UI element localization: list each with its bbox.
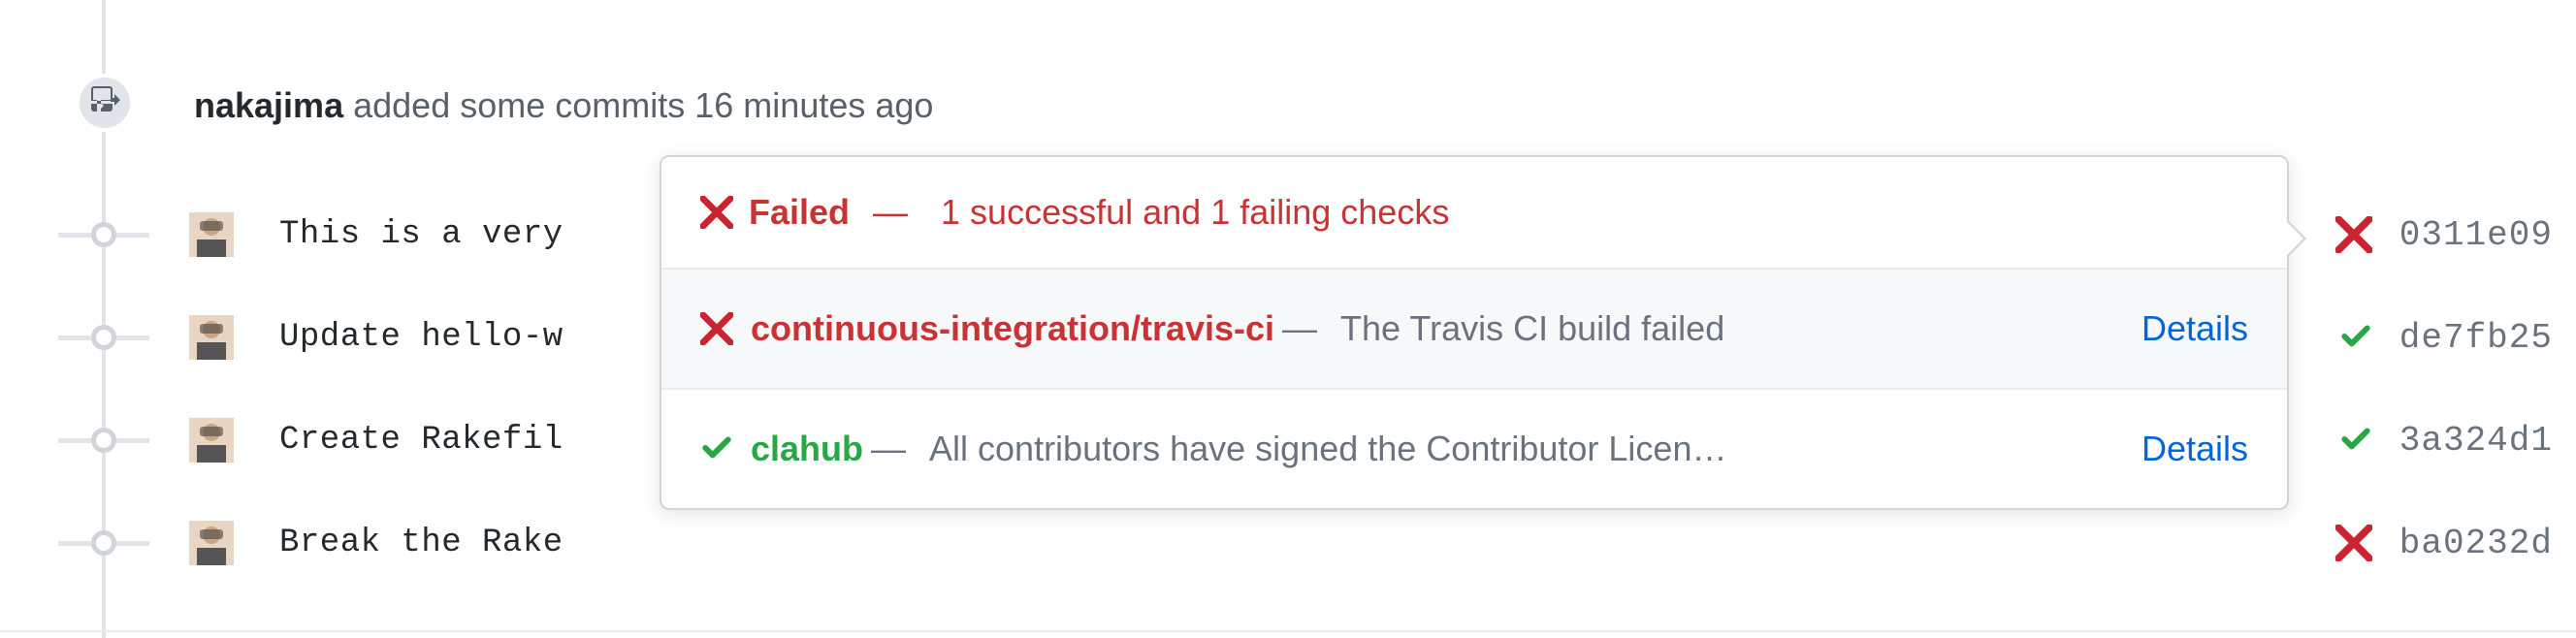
check-icon: [700, 432, 733, 465]
details-link[interactable]: Details: [2141, 429, 2248, 469]
header-action: added some commits: [353, 85, 685, 125]
x-icon[interactable]: [2335, 525, 2372, 561]
commit-message[interactable]: Create Rakefil: [279, 422, 564, 459]
check-context: continuous-integration/travis-ci: [751, 308, 1274, 349]
commit-message[interactable]: Update hello-w: [279, 319, 564, 356]
commit-dot-icon: [91, 325, 116, 350]
popover-header: Failed — 1 successful and 1 failing chec…: [661, 157, 2287, 268]
dash-separator: —: [871, 429, 906, 469]
x-icon[interactable]: [2335, 216, 2372, 253]
commit-dot-icon: [91, 428, 116, 453]
avatar[interactable]: [189, 418, 234, 463]
x-icon: [700, 196, 733, 229]
check-icon[interactable]: [2339, 424, 2372, 457]
status-check-item: continuous-integration/travis-ci — The T…: [661, 268, 2287, 388]
author-link[interactable]: nakajima: [194, 85, 343, 125]
header-time: 16 minutes ago: [694, 85, 933, 125]
x-icon: [700, 312, 733, 345]
status-check-item: clahub — All contributors have signed th…: [661, 388, 2287, 508]
status-popover: Failed — 1 successful and 1 failing chec…: [660, 155, 2289, 510]
check-context: clahub: [751, 429, 863, 469]
dash-separator: —: [873, 192, 908, 233]
check-description: All contributors have signed the Contrib…: [929, 429, 1726, 469]
check-icon[interactable]: [2339, 321, 2372, 354]
commits-badge: [76, 74, 134, 132]
commit-dot-icon: [91, 530, 116, 556]
commit-dot-icon: [91, 222, 116, 247]
popover-arrow-icon: [2287, 219, 2306, 258]
details-link[interactable]: Details: [2141, 308, 2248, 349]
commit-sha[interactable]: de7fb25: [2399, 318, 2553, 358]
commit-message[interactable]: This is a very: [279, 216, 564, 253]
commit-sha[interactable]: 0311e09: [2399, 215, 2553, 255]
dash-separator: —: [1282, 308, 1317, 349]
separator: [0, 630, 2576, 632]
commit-row: Break the Rake ba0232d: [0, 496, 2576, 590]
avatar[interactable]: [189, 521, 234, 565]
commit-sha[interactable]: 3a324d1: [2399, 421, 2553, 461]
popover-title: Failed: [749, 192, 850, 233]
popover-summary: 1 successful and 1 failing checks: [941, 192, 1449, 233]
avatar[interactable]: [189, 212, 234, 257]
avatar[interactable]: [189, 315, 234, 360]
commits-header: nakajima added some commits 16 minutes a…: [194, 85, 933, 126]
commit-sha[interactable]: ba0232d: [2399, 524, 2553, 563]
repo-push-icon: [89, 84, 120, 122]
commit-message[interactable]: Break the Rake: [279, 525, 564, 561]
check-description: The Travis CI build failed: [1340, 308, 1724, 349]
